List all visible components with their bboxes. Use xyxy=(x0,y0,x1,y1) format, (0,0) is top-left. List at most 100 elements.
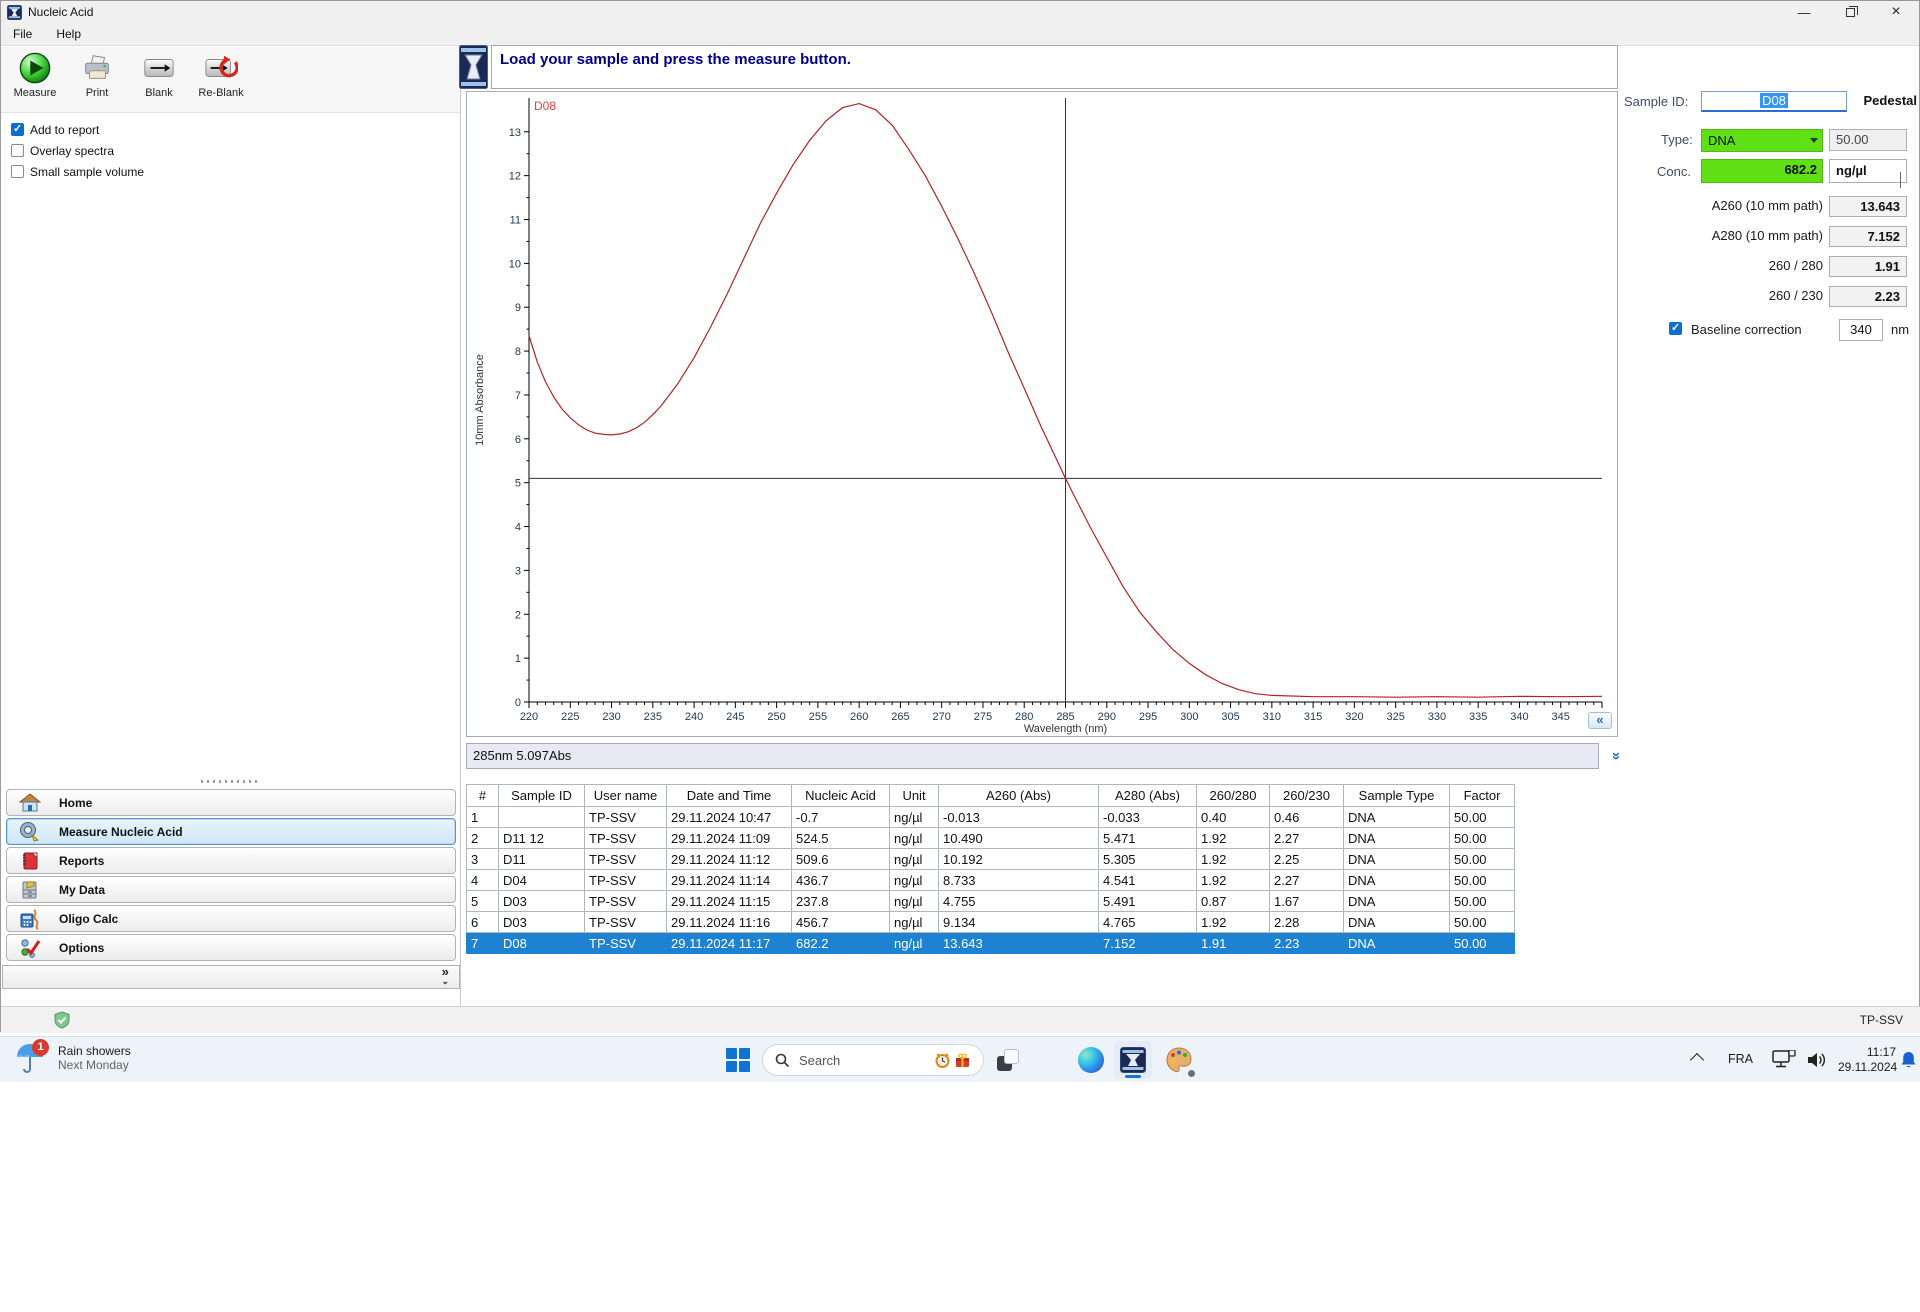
menu-help[interactable]: Help xyxy=(44,27,93,41)
tray-chevron-up-icon[interactable] xyxy=(1689,1052,1705,1068)
notification-bell-icon[interactable] xyxy=(1900,1051,1917,1069)
overlay-spectra-checkbox[interactable]: Overlay spectra xyxy=(11,140,144,161)
column-header[interactable]: User name xyxy=(584,784,667,807)
pedestal-label: Pedestal xyxy=(1863,93,1917,108)
column-header[interactable]: Unit xyxy=(889,784,939,807)
table-row[interactable]: 1 TP-SSV 29.11.2024 10:47 -0.7 ng/µl -0.013 -0… xyxy=(466,806,1515,828)
network-icon[interactable] xyxy=(1772,1050,1796,1070)
sidebar-item-oligo-calc[interactable]: Oligo Calc xyxy=(6,905,456,932)
cell: 29.11.2024 11:14 xyxy=(666,869,792,891)
column-header[interactable]: A260 (Abs) xyxy=(938,784,1099,807)
cell: TP-SSV xyxy=(584,848,667,870)
edge-browser-icon[interactable] xyxy=(1078,1047,1104,1073)
sidebar-footer: » ⌄ xyxy=(2,965,460,989)
chart-collapse-button[interactable]: « xyxy=(1588,712,1612,729)
nucleic-acid-app-icon[interactable] xyxy=(1114,1041,1152,1079)
column-header[interactable]: Nucleic Acid xyxy=(791,784,890,807)
svg-text:260: 260 xyxy=(850,711,868,723)
column-header[interactable]: Sample Type xyxy=(1343,784,1450,807)
svg-text:315: 315 xyxy=(1304,711,1322,723)
table-row[interactable]: 3 D11 TP-SSV 29.11.2024 11:12 509.6 ng/µl 10.1… xyxy=(466,848,1515,870)
shield-check-icon xyxy=(54,1011,70,1029)
sidebar-nav: Home Measure Nucleic Acid Reports My Dat… xyxy=(1,787,461,989)
baseline-correction-row: Baseline correction 340 nm xyxy=(1621,319,1919,341)
restore-icon xyxy=(1845,5,1858,17)
readout-collapse-button[interactable]: » xyxy=(1603,744,1627,768)
table-row[interactable]: 2 D11 12 TP-SSV 29.11.2024 11:09 524.5 ng/µl 1… xyxy=(466,827,1515,849)
print-button[interactable]: Print xyxy=(71,51,123,99)
cell: ng/µl xyxy=(889,911,939,933)
splitter-handle[interactable] xyxy=(201,780,261,783)
reblank-button[interactable]: Re-Blank xyxy=(195,51,247,99)
cell: 50.00 xyxy=(1449,890,1515,912)
column-header[interactable]: 260/280 xyxy=(1196,784,1270,807)
sidebar-item-home[interactable]: Home xyxy=(6,789,456,816)
cell: 29.11.2024 11:15 xyxy=(666,890,792,912)
menu-file[interactable]: File xyxy=(1,27,44,41)
column-header[interactable]: 260/230 xyxy=(1269,784,1344,807)
close-button[interactable]: × xyxy=(1873,1,1919,23)
type-value: DNA xyxy=(1708,133,1736,148)
cursor-readout-bar: 285nm 5.097Abs xyxy=(466,743,1599,769)
measure-button[interactable]: Measure xyxy=(9,51,61,99)
column-header[interactable]: Factor xyxy=(1449,784,1515,807)
search-box[interactable]: Search xyxy=(762,1044,984,1076)
sample-id-value: D08 xyxy=(1760,93,1788,108)
cell: 13.643 xyxy=(938,932,1099,954)
cell: DNA xyxy=(1343,869,1450,891)
cell: D11 12 xyxy=(498,827,585,849)
cell: DNA xyxy=(1343,848,1450,870)
sample-id-input[interactable]: D08 xyxy=(1701,91,1847,112)
column-header[interactable]: Date and Time xyxy=(666,784,792,807)
volume-icon[interactable] xyxy=(1806,1050,1828,1070)
sidebar-item-reports[interactable]: Reports xyxy=(6,847,456,874)
taskbar-clock[interactable]: 11:17 29.11.2024 xyxy=(1838,1045,1897,1075)
column-header[interactable]: A280 (Abs) xyxy=(1098,784,1197,807)
cell: 4.755 xyxy=(938,890,1099,912)
sidebar-item-options[interactable]: Options xyxy=(6,934,456,961)
table-row[interactable]: 5 D03 TP-SSV 29.11.2024 11:15 237.8 ng/µl 4.75… xyxy=(466,890,1515,912)
sidebar-item-label: My Data xyxy=(59,882,106,897)
blank-button[interactable]: Blank xyxy=(133,51,185,99)
sidebar-item-label: Oligo Calc xyxy=(59,911,119,926)
start-button[interactable] xyxy=(726,1048,750,1072)
checkbox-icon xyxy=(11,165,24,178)
conc-value: 682.2 xyxy=(1784,162,1817,177)
column-header[interactable]: Sample ID xyxy=(498,784,585,807)
paint-app-icon[interactable] xyxy=(1166,1047,1195,1077)
measure-play-icon xyxy=(19,52,51,84)
minimize-button[interactable]: — xyxy=(1781,1,1827,23)
clock-time: 11:17 xyxy=(1866,1045,1896,1059)
table-row[interactable]: 7 D08 TP-SSV 29.11.2024 11:17 682.2 ng/µl 13.6… xyxy=(466,932,1515,954)
sidebar-item-label: Measure Nucleic Acid xyxy=(59,824,183,839)
table-row[interactable]: 4 D04 TP-SSV 29.11.2024 11:14 436.7 ng/µl 8.73… xyxy=(466,869,1515,891)
taskbar-weather-widget[interactable]: 1 Rain showers Next Monday xyxy=(14,1039,131,1075)
measurement-panel: Sample ID: D08 Pedestal Type: DNA 50.00 … xyxy=(1621,91,1919,361)
sidebar-expand-button[interactable]: » ⌄ xyxy=(441,965,449,986)
ratio-260-280-label: 260 / 280 xyxy=(1768,258,1823,273)
baseline-wavelength-input[interactable]: 340 xyxy=(1839,319,1883,341)
cell: ng/µl xyxy=(889,806,939,828)
column-header[interactable]: # xyxy=(466,784,499,807)
reblank-label: Re-Blank xyxy=(198,87,244,99)
sidebar-item-my-data[interactable]: My Data xyxy=(6,876,456,903)
baseline-checkbox[interactable] xyxy=(1669,321,1682,335)
svg-text:10: 10 xyxy=(509,258,521,270)
sidebar-item-measure-nucleic-acid[interactable]: Measure Nucleic Acid xyxy=(6,818,456,845)
cell: 29.11.2024 11:17 xyxy=(666,932,792,954)
app-logo-icon xyxy=(7,4,22,20)
table-row[interactable]: 6 D03 TP-SSV 29.11.2024 11:16 456.7 ng/µl 9.13… xyxy=(466,911,1515,933)
small-sample-volume-checkbox[interactable]: Small sample volume xyxy=(11,161,144,182)
checkbox-icon xyxy=(11,144,24,157)
conc-unit-dropdown[interactable]: ng/µl xyxy=(1829,159,1907,188)
language-indicator[interactable]: FRA xyxy=(1728,1052,1753,1066)
type-dropdown[interactable]: DNA xyxy=(1701,129,1823,152)
oligo-calc-icon xyxy=(20,908,39,930)
add-to-report-checkbox[interactable]: Add to report xyxy=(11,119,144,140)
cell: -0.013 xyxy=(938,806,1099,828)
cell: 4 xyxy=(466,869,499,891)
left-panel: Measure Print Blank Re-Blank ✓ Add to re… xyxy=(1,47,461,1006)
restore-button[interactable] xyxy=(1827,1,1873,23)
task-view-button[interactable] xyxy=(997,1049,1019,1071)
type-factor-field[interactable]: 50.00 xyxy=(1829,129,1907,151)
